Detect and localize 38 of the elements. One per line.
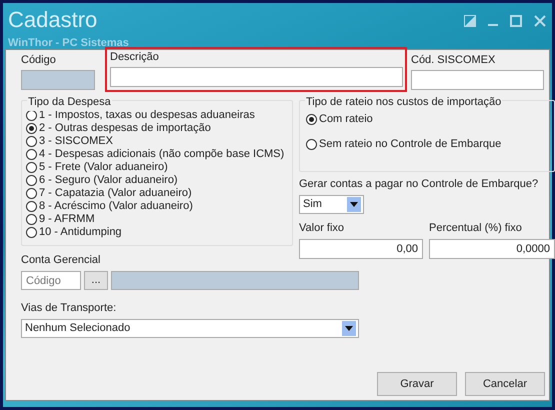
restore-icon[interactable]	[464, 15, 476, 27]
radio-option[interactable]: 4 - Despesas adicionais (não compõe base ICMS)	[26, 148, 286, 161]
radio-option[interactable]: 5 - Frete (Valor aduaneiro)	[26, 161, 286, 174]
radio-option[interactable]: 3 - SISCOMEX	[26, 135, 286, 148]
radio-option[interactable]: 8 - Acréscimo (Valor aduaneiro)	[26, 200, 286, 213]
radio-option[interactable]: 10 - Antidumping	[26, 226, 286, 239]
close-icon[interactable]	[534, 15, 546, 27]
radio-option[interactable]: 7 - Capatazia (Valor aduaneiro)	[26, 187, 286, 200]
window-title: Cadastro	[8, 9, 98, 31]
group-title: Tipo de rateio nos custos de importação	[305, 94, 502, 110]
group-title: Tipo da Despesa	[27, 94, 112, 110]
maximize-icon[interactable]	[510, 15, 522, 27]
generate-select[interactable]: Sim	[299, 195, 364, 214]
field-label: Vias de Transporte:	[21, 302, 118, 315]
dropdown-icon	[350, 202, 358, 207]
text-field[interactable]	[110, 67, 403, 87]
dropdown-icon	[345, 326, 353, 331]
lookup-button[interactable]: ...	[84, 271, 108, 290]
transport-select[interactable]: Nenhum Selecionado	[21, 319, 359, 338]
field-label: Descrição	[110, 51, 160, 64]
field-label: Valor fixo	[299, 222, 346, 235]
radio-option[interactable]: Sem rateio no Controle de Embarque	[306, 138, 548, 151]
fixed-value-field[interactable]: 0,00	[299, 239, 423, 259]
radio-option[interactable]: 6 - Seguro (Valor aduaneiro)	[26, 174, 286, 187]
fixed-percent-field[interactable]: 0,0000	[429, 239, 555, 259]
field-label: Cód. SISCOMEX	[411, 54, 496, 67]
text-field[interactable]	[411, 70, 544, 90]
radio-option[interactable]: 2 - Outras despesas de importação	[26, 122, 286, 135]
field-label: Conta Gerencial	[21, 254, 102, 267]
window-subtitle: WinThor - PC Sistemas	[8, 36, 129, 50]
radio-option[interactable]: Com rateio	[306, 113, 548, 126]
radio-option[interactable]: 9 - AFRMM	[26, 213, 286, 226]
code-input-field[interactable]: Código	[21, 271, 81, 290]
dialog-button[interactable]: Gravar	[377, 372, 457, 396]
dialog-button[interactable]: Cancelar	[465, 372, 545, 396]
field-label: Percentual (%) fixo	[429, 222, 523, 235]
field-label: Gerar contas a pagar no Controle de Embarque?	[299, 178, 540, 191]
field-label: Código	[21, 54, 57, 67]
